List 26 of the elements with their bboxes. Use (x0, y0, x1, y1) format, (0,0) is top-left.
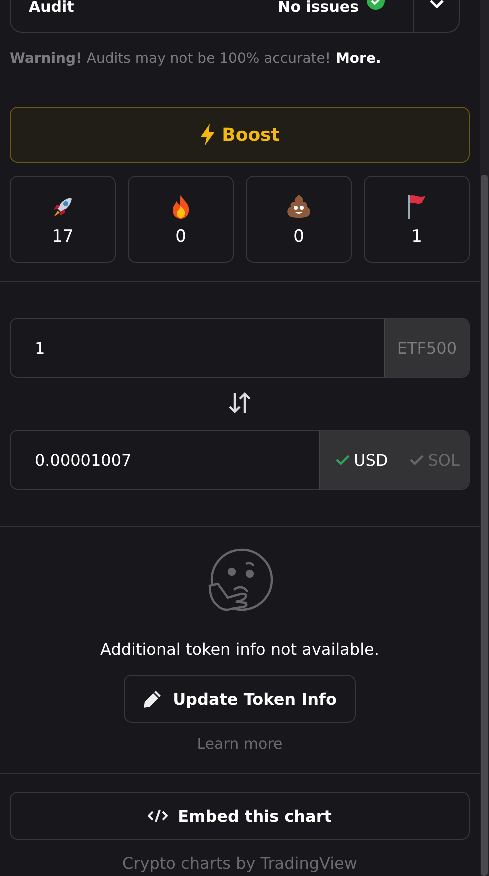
chevron-down-icon[interactable] (430, 0, 444, 8)
audit-status: No issues (278, 0, 359, 14)
code-icon (148, 809, 168, 823)
amount-field[interactable]: 1 ETF500 (10, 318, 470, 378)
currency-option[interactable]: USD (336, 450, 388, 470)
poop-icon (285, 192, 313, 220)
more-link[interactable]: More. (336, 51, 382, 67)
info-message: Additional token info not available. (100, 640, 380, 659)
warning-text: Warning! Audits may not be 100% accurate! (10, 51, 331, 67)
token-symbol: ETF500 (384, 319, 469, 377)
lightning-icon (200, 124, 216, 146)
amount-input[interactable]: 1 (11, 319, 384, 377)
check-icon (336, 454, 350, 466)
update-token-info-button[interactable]: Update Token Info (124, 675, 356, 723)
pencil-icon (143, 689, 164, 709)
reaction-button[interactable]: 1 (364, 176, 470, 263)
boost-button[interactable]: Boost (10, 107, 470, 163)
swap-icon[interactable] (227, 390, 253, 416)
audit-label: Audit (29, 0, 74, 14)
reaction-button[interactable]: 17 (10, 176, 116, 263)
scrollbar-thumb[interactable] (481, 175, 488, 876)
reaction-button[interactable]: 0 (246, 176, 352, 263)
embed-chart-button[interactable]: Embed this chart (10, 792, 470, 840)
check-icon (410, 454, 424, 466)
result-input[interactable]: 0.00001007 (11, 431, 319, 489)
reaction-button[interactable]: 0 (128, 176, 234, 263)
